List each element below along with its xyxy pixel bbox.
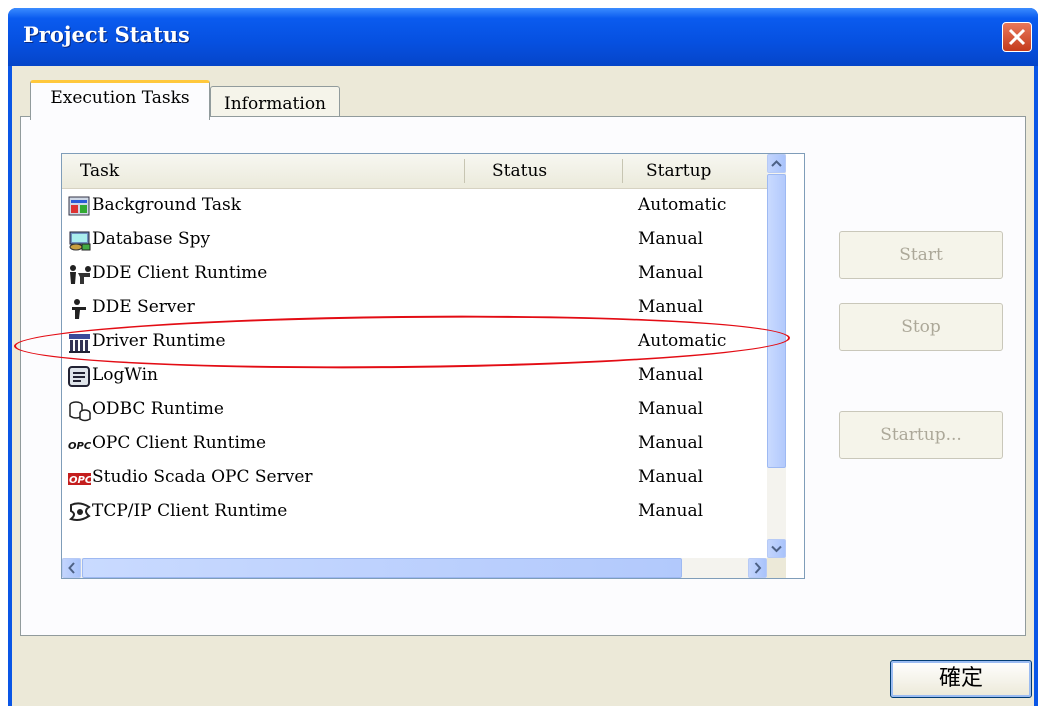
close-button[interactable]	[1002, 22, 1032, 52]
list-item[interactable]: DDE Client Runtime Manual	[62, 258, 767, 292]
column-header-startup[interactable]: Startup	[646, 154, 756, 188]
task-startup: Manual	[638, 229, 704, 249]
close-icon	[1008, 28, 1026, 46]
database-spy-icon	[69, 231, 91, 251]
dde-server-icon	[72, 299, 86, 319]
tab-label: Information	[223, 94, 327, 114]
svg-text:OPC: OPC	[69, 475, 92, 486]
odbc-icon	[69, 401, 91, 422]
column-header-task[interactable]: Task	[80, 154, 460, 188]
window-title: Project Status	[23, 22, 190, 47]
project-status-window: Project Status Execution Tasks Informati…	[8, 8, 1038, 706]
task-startup: Manual	[638, 297, 704, 317]
list-item[interactable]: OPC OPC Client Runtime Manual	[62, 428, 767, 462]
scroll-up-button[interactable]	[767, 154, 786, 173]
list-item[interactable]: OPC Studio Scada OPC Server Manual	[62, 462, 767, 496]
task-list[interactable]: Task Status Startup Background Task Auto…	[61, 153, 805, 579]
task-name: TCP/IP Client Runtime	[92, 501, 288, 521]
ok-button[interactable]: 確定	[890, 660, 1032, 698]
list-item[interactable]: Database Spy Manual	[62, 224, 767, 258]
task-name: DDE Client Runtime	[92, 263, 268, 283]
task-name: OPC Client Runtime	[92, 433, 267, 453]
task-startup: Automatic	[638, 195, 727, 215]
task-name: Driver Runtime	[92, 331, 226, 351]
chevron-down-icon	[771, 545, 782, 553]
horizontal-scroll-thumb[interactable]	[82, 558, 682, 578]
task-startup: Manual	[638, 263, 704, 283]
task-startup: Manual	[638, 399, 704, 419]
scroll-right-button[interactable]	[748, 558, 767, 578]
dde-client-icon	[70, 265, 91, 284]
scroll-down-button[interactable]	[767, 539, 786, 558]
opc-server-icon: OPC	[68, 473, 92, 486]
opc-client-icon: OPC	[68, 441, 92, 452]
task-name: Background Task	[92, 195, 242, 215]
task-startup: Manual	[638, 365, 704, 385]
vertical-scrollbar[interactable]	[767, 154, 786, 558]
scroll-left-button[interactable]	[62, 558, 81, 578]
ok-button-label: 確定	[938, 666, 983, 691]
task-startup: Manual	[638, 501, 704, 521]
list-item[interactable]: DDE Server Manual	[62, 292, 767, 326]
task-name: Studio Scada OPC Server	[92, 467, 313, 487]
startup-button-label: Startup...	[880, 425, 962, 445]
task-name: ODBC Runtime	[92, 399, 224, 419]
list-header: Task Status Startup	[62, 154, 784, 189]
list-item[interactable]: LogWin Manual	[62, 360, 767, 394]
task-name: Database Spy	[92, 229, 211, 249]
size-grip	[767, 558, 786, 578]
tab-execution-tasks[interactable]: Execution Tasks	[30, 80, 210, 120]
stop-button[interactable]: Stop	[839, 303, 1003, 351]
list-item[interactable]: ODBC Runtime Manual	[62, 394, 767, 428]
horizontal-scrollbar[interactable]	[62, 558, 767, 578]
list-item[interactable]: TCP/IP Client Runtime Manual	[62, 496, 767, 530]
list-item[interactable]: Driver Runtime Automatic	[62, 326, 767, 360]
driver-runtime-icon	[69, 334, 90, 353]
list-item[interactable]: Background Task Automatic	[62, 190, 767, 224]
tab-panel: Task Status Startup Background Task Auto…	[20, 116, 1026, 636]
column-header-status[interactable]: Status	[492, 154, 612, 188]
chevron-up-icon	[771, 160, 782, 167]
background-task-icon	[68, 196, 90, 216]
tcpip-client-icon	[68, 502, 91, 521]
logwin-icon	[68, 366, 90, 387]
svg-text:OPC: OPC	[68, 441, 92, 452]
dialog-body: Execution Tasks Information Task Status …	[12, 66, 1034, 706]
task-name: DDE Server	[92, 297, 195, 317]
title-bar[interactable]: Project Status	[8, 8, 1038, 66]
task-startup: Automatic	[638, 331, 727, 351]
scroll-thumb[interactable]	[767, 174, 786, 468]
chevron-right-icon	[754, 562, 762, 574]
stop-button-label: Stop	[901, 317, 941, 337]
start-button[interactable]: Start	[839, 231, 1003, 279]
task-startup: Manual	[638, 433, 704, 453]
start-button-label: Start	[899, 245, 943, 265]
tab-label: Execution Tasks	[50, 88, 190, 108]
startup-button[interactable]: Startup...	[839, 411, 1003, 459]
task-startup: Manual	[638, 467, 704, 487]
task-name: LogWin	[92, 365, 158, 385]
chevron-left-icon	[68, 562, 75, 574]
